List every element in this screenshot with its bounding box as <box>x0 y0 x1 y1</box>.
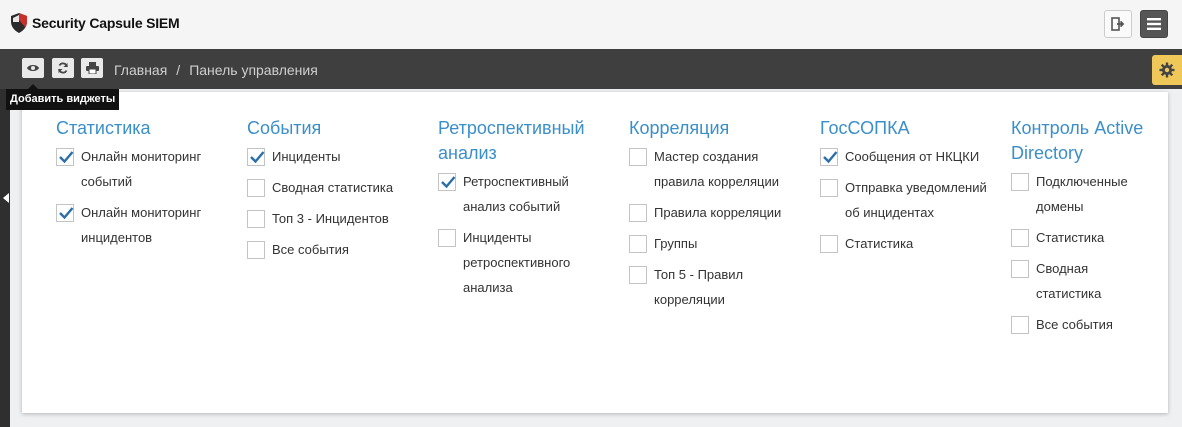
checkmark-icon <box>441 176 456 189</box>
widget-option-label: Все события <box>272 242 349 257</box>
widget-group: Ретроспективный анализ Ретроспективный ан… <box>438 116 608 306</box>
widget-option-label: Инциденты <box>272 149 341 164</box>
left-sidebar-edge <box>0 89 10 427</box>
view-button[interactable] <box>22 58 44 78</box>
widget-group-title: Статистика <box>56 118 151 138</box>
logout-button[interactable] <box>1104 10 1132 38</box>
widget-option[interactable]: Сообщения от НКЦКИ <box>820 144 990 169</box>
widget-group: Корреляция Мастер создания правила коррел… <box>629 116 799 318</box>
widget-option[interactable]: Мастер создания правила корреляции <box>629 144 799 194</box>
widget-option-label: Отправка уведомлений об инцидентах <box>845 180 987 220</box>
widget-option[interactable]: Правила корреляции <box>629 200 799 225</box>
checkmark-icon <box>59 151 74 164</box>
widget-group-title: Контроль Active Directory <box>1011 118 1144 163</box>
widget-checkbox[interactable] <box>247 179 265 197</box>
checkmark-icon <box>823 151 838 164</box>
refresh-button[interactable] <box>52 58 74 78</box>
widget-group: Статистика Онлайн мониторинг событий Онлай… <box>56 116 226 256</box>
widget-option[interactable]: Инциденты <box>247 144 417 169</box>
widget-option-label: Онлайн мониторинг событий <box>81 149 202 189</box>
widget-checkbox[interactable] <box>1011 229 1029 247</box>
shield-logo-icon <box>11 13 27 33</box>
widget-option[interactable]: Статистика <box>820 231 990 256</box>
widget-option[interactable]: Онлайн мониторинг событий <box>56 144 226 194</box>
widget-checkbox[interactable] <box>247 210 265 228</box>
add-widgets-tooltip: Добавить виджеты <box>6 84 120 110</box>
widget-checkbox[interactable] <box>629 266 647 284</box>
print-icon <box>85 62 99 74</box>
widget-option[interactable]: Все события <box>1011 312 1151 337</box>
widget-checkbox[interactable] <box>247 148 265 166</box>
widget-option-label: Правила корреляции <box>654 205 782 220</box>
widget-option-label: Сообщения от НКЦКИ <box>845 149 980 164</box>
widget-option[interactable]: Статистика <box>1011 225 1151 250</box>
widget-option[interactable]: Все события <box>247 237 417 262</box>
widget-option-label: Подключенные домены <box>1036 174 1128 214</box>
refresh-icon <box>58 62 68 74</box>
widget-option[interactable]: Ретроспективный анализ событий <box>438 169 608 219</box>
widget-group: ГосСОПКА Сообщения от НКЦКИ Отправка уведо… <box>820 116 990 262</box>
top-header: Security Capsule SIEM <box>0 0 1182 50</box>
add-widgets-panel: Статистика Онлайн мониторинг событий Онлай… <box>22 92 1168 413</box>
widget-option-label: Сводная статистика <box>1036 261 1102 301</box>
widget-option[interactable]: Топ 3 - Инцидентов <box>247 206 417 231</box>
widget-option-label: Все события <box>1036 317 1113 332</box>
widget-checkbox[interactable] <box>1011 173 1029 191</box>
widget-checkbox[interactable] <box>629 204 647 222</box>
widget-checkbox[interactable] <box>438 229 456 247</box>
widget-option-label: Группы <box>654 236 698 251</box>
widget-option[interactable]: Сводная статистика <box>1011 256 1151 306</box>
gear-icon <box>1159 62 1175 78</box>
widget-checkbox[interactable] <box>820 235 838 253</box>
widget-option[interactable]: Топ 5 - Правил корреляции <box>629 262 799 312</box>
widget-option-label: Топ 5 - Правил корреляции <box>654 267 744 307</box>
widget-option-label: Инциденты ретроспективного анализа <box>463 230 571 295</box>
widget-group: События Инциденты Сводная статистика Топ 3 … <box>247 116 417 268</box>
widget-group-title: Ретроспективный анализ <box>438 118 585 163</box>
widget-group: Контроль Active Directory Подключенные до… <box>1011 116 1151 343</box>
widget-checkbox[interactable] <box>247 241 265 259</box>
widget-option[interactable]: Инциденты ретроспективного анализа <box>438 225 608 300</box>
widget-option-label: Статистика <box>845 236 914 251</box>
eye-icon <box>27 65 39 71</box>
app-title: Security Capsule SIEM <box>32 15 180 31</box>
widget-group-title: События <box>247 118 322 138</box>
print-button[interactable] <box>81 58 103 78</box>
brand[interactable]: Security Capsule SIEM <box>10 12 180 34</box>
widget-option[interactable]: Сводная статистика <box>247 175 417 200</box>
widget-option-label: Топ 3 - Инцидентов <box>272 211 389 226</box>
widget-checkbox[interactable] <box>56 148 74 166</box>
breadcrumb: Главная / Панель управления <box>114 62 318 78</box>
widget-option[interactable]: Группы <box>629 231 799 256</box>
widget-option-label: Мастер создания правила корреляции <box>654 149 780 189</box>
sign-out-icon <box>1111 17 1125 31</box>
checkmark-icon <box>59 207 74 220</box>
hamburger-icon <box>1147 18 1161 30</box>
widget-option-label: Сводная статистика <box>272 180 394 195</box>
settings-button[interactable] <box>1152 55 1182 85</box>
widget-checkbox[interactable] <box>1011 260 1029 278</box>
breadcrumb-home[interactable]: Главная <box>114 62 167 78</box>
widget-checkbox[interactable] <box>820 148 838 166</box>
menu-button[interactable] <box>1140 10 1168 38</box>
widget-checkbox[interactable] <box>1011 316 1029 334</box>
widget-checkbox[interactable] <box>629 235 647 253</box>
widget-option-label: Статистика <box>1036 230 1105 245</box>
widget-option[interactable]: Отправка уведомлений об инцидентах <box>820 175 990 225</box>
widget-checkbox[interactable] <box>629 148 647 166</box>
breadcrumb-separator: / <box>176 62 181 78</box>
widget-checkbox[interactable] <box>438 173 456 191</box>
toolbar: Главная / Панель управления <box>0 49 1182 89</box>
widget-group-title: Корреляция <box>629 118 730 138</box>
breadcrumb-current: Панель управления <box>189 62 318 78</box>
widget-option[interactable]: Подключенные домены <box>1011 169 1151 219</box>
widget-checkbox[interactable] <box>56 204 74 222</box>
widget-option[interactable]: Онлайн мониторинг инцидентов <box>56 200 226 250</box>
caret-left-icon <box>3 193 9 203</box>
widget-option-label: Онлайн мониторинг инцидентов <box>81 205 202 245</box>
widget-checkbox[interactable] <box>820 179 838 197</box>
checkmark-icon <box>250 151 265 164</box>
widget-option-label: Ретроспективный анализ событий <box>463 174 569 214</box>
widget-group-title: ГосСОПКА <box>820 118 910 138</box>
